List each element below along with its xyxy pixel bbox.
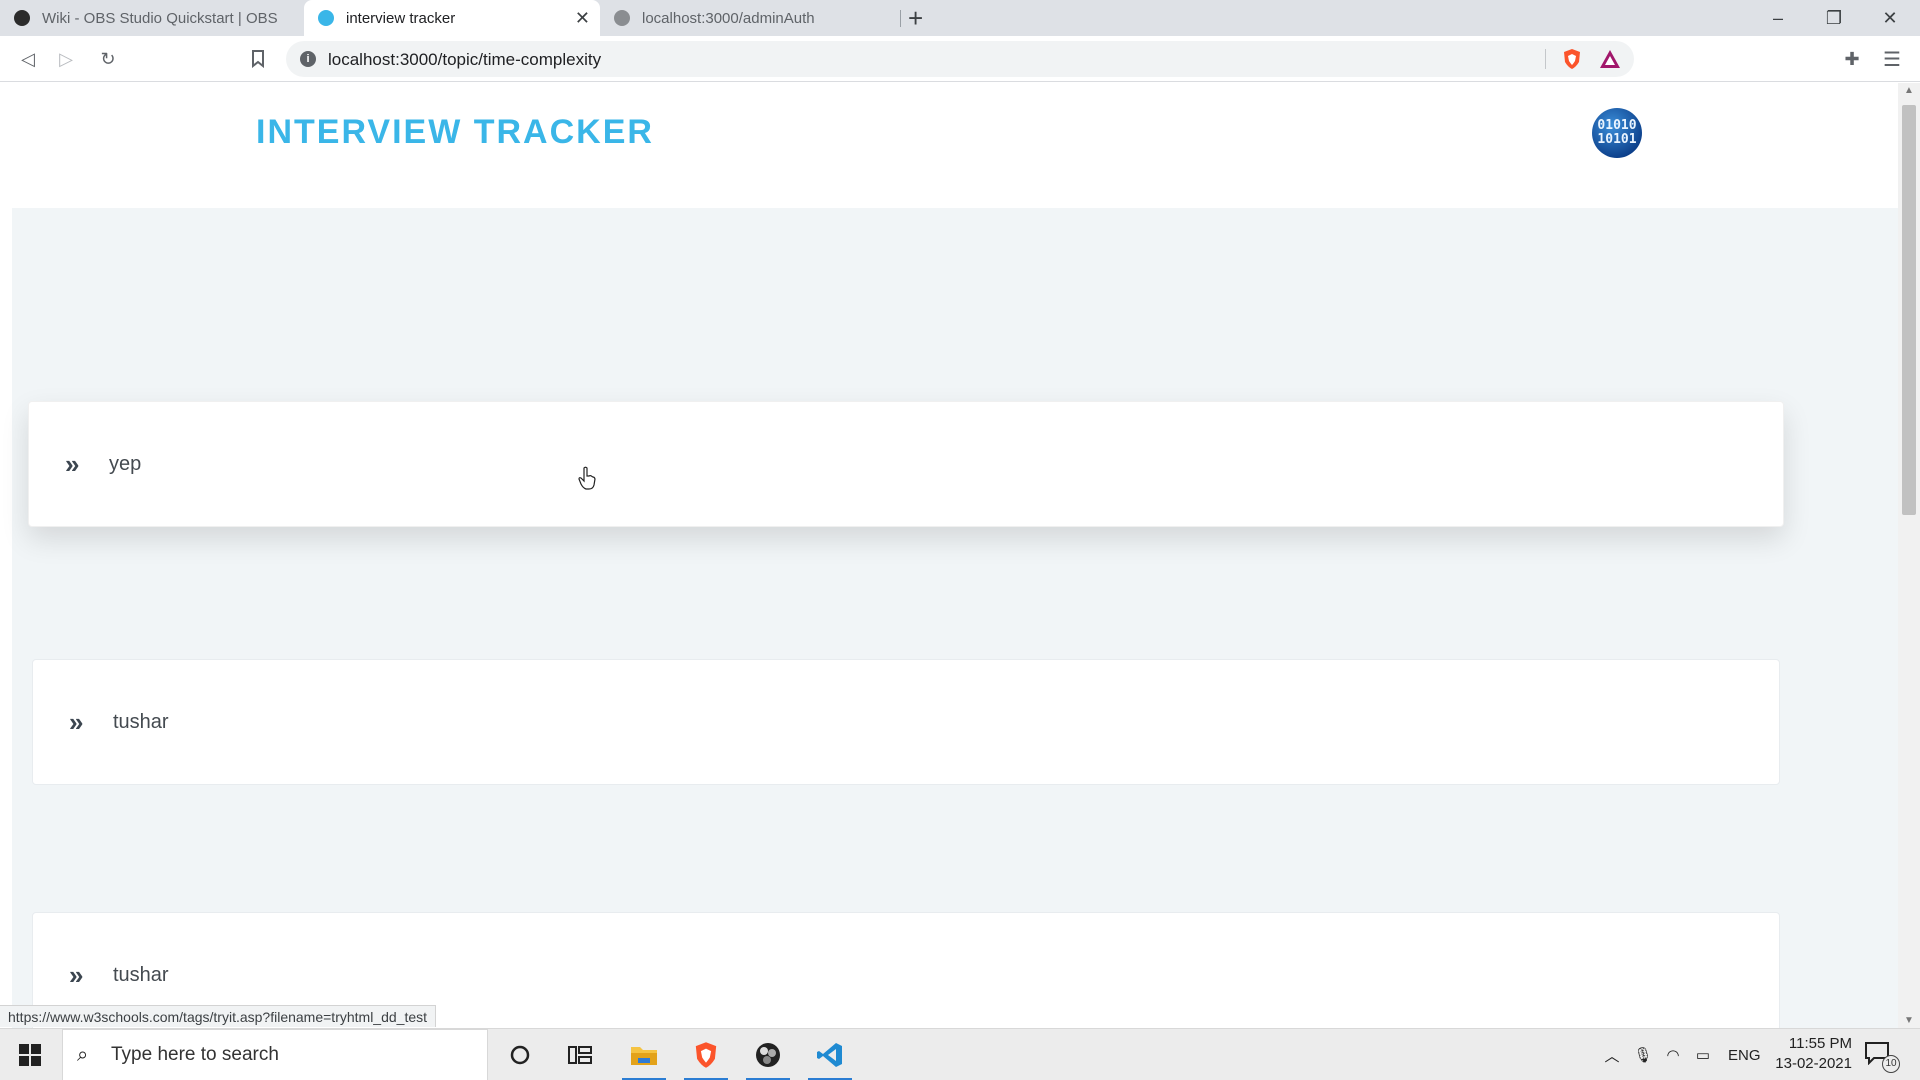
forward-button[interactable]: ▷ [52, 45, 80, 73]
reload-button[interactable]: ↻ [94, 45, 122, 73]
url-text[interactable]: localhost:3000/topic/time-complexity [328, 50, 601, 70]
maximize-button[interactable]: ❐ [1806, 0, 1862, 36]
binary-avatar-icon[interactable]: 01010 10101 [1592, 108, 1642, 158]
double-chevron-right-icon: » [69, 706, 83, 737]
scroll-down-arrow-icon[interactable]: ▼ [1898, 1015, 1920, 1026]
clock-date: 13-02-2021 [1775, 1055, 1852, 1072]
avatar-line: 01010 [1597, 118, 1637, 133]
notification-center-icon[interactable]: 10 [1864, 1041, 1900, 1073]
language-indicator[interactable]: ENG [1728, 1047, 1761, 1064]
wifi-icon[interactable]: ◠ [1660, 1046, 1686, 1064]
search-icon: ⌕ [77, 1043, 89, 1066]
taskbar-search-box[interactable]: ⌕ Type here to search [62, 1029, 488, 1080]
hand-cursor-icon [578, 466, 596, 490]
battery-icon[interactable]: ▭ [1690, 1046, 1716, 1064]
notification-count-badge: 10 [1882, 1055, 1900, 1073]
tab-title: Wiki - OBS Studio Quickstart | OBS [42, 9, 278, 27]
brave-browser-icon[interactable] [680, 1029, 732, 1080]
question-title: tushar [113, 963, 169, 986]
question-list-area: » yep » tushar » tushar [12, 208, 1898, 1028]
obs-favicon-icon [14, 10, 30, 26]
interview-tracker-favicon-icon [318, 10, 334, 26]
omnibox-divider [1545, 49, 1546, 69]
minimize-button[interactable]: – [1750, 0, 1806, 36]
address-bar[interactable]: i localhost:3000/topic/time-complexity [286, 41, 1634, 77]
brave-rewards-icon[interactable] [1598, 48, 1622, 70]
scrollbar-thumb[interactable] [1902, 105, 1916, 515]
tab-title: interview tracker [346, 9, 456, 27]
clock-time: 11:55 PM [1788, 1035, 1852, 1052]
search-placeholder: Type here to search [111, 1044, 279, 1065]
question-title: tushar [113, 710, 169, 733]
page-viewport: INTERVIEW TRACKER 01010 10101 » yep » tu… [0, 83, 1898, 1028]
tab-admin-auth[interactable]: localhost:3000/adminAuth [600, 0, 900, 36]
taskbar-clock[interactable]: 11:55 PM 13-02-2021 [1762, 1034, 1852, 1074]
windows-taskbar: ⌕ Type here to search ︿ 🎙 ◠ ▭ ENG 11:55 … [0, 1028, 1920, 1080]
file-explorer-icon[interactable] [618, 1029, 670, 1080]
extensions-icon[interactable]: ✚ [1838, 45, 1866, 73]
bookmark-icon[interactable] [244, 45, 272, 73]
microphone-icon[interactable]: 🎙 [1630, 1046, 1656, 1064]
site-info-icon[interactable]: i [300, 51, 316, 67]
page-scrollbar[interactable]: ▲ ▼ [1898, 83, 1920, 1028]
question-title: yep [109, 452, 142, 475]
windows-start-button[interactable] [8, 1029, 52, 1080]
system-tray: ︿ 🎙 ◠ ▭ ENG [1600, 1029, 1761, 1080]
link-status-bubble: https://www.w3schools.com/tags/tryit.asp… [0, 1005, 437, 1027]
close-tab-icon[interactable]: ✕ [575, 8, 590, 29]
question-card[interactable]: » yep [28, 401, 1784, 527]
menu-icon[interactable]: ☰ [1878, 45, 1906, 73]
browser-toolbar: ◁ ▷ ↻ i localhost:3000/topic/time-comple… [0, 36, 1920, 82]
tab-separator [900, 10, 901, 27]
obs-studio-icon[interactable] [742, 1029, 794, 1080]
cortana-icon[interactable] [494, 1029, 546, 1080]
new-tab-button[interactable]: + [908, 4, 923, 32]
tab-strip: Wiki - OBS Studio Quickstart | OBS inter… [0, 0, 1920, 36]
vscode-icon[interactable] [804, 1029, 856, 1080]
show-hidden-icons-chevron-icon[interactable]: ︿ [1600, 1045, 1624, 1066]
double-chevron-right-icon: » [65, 448, 79, 479]
tab-title: localhost:3000/adminAuth [642, 9, 815, 27]
double-chevron-right-icon: » [69, 959, 83, 990]
globe-icon [614, 10, 630, 26]
task-view-icon[interactable] [554, 1029, 606, 1080]
site-title[interactable]: INTERVIEW TRACKER [256, 113, 654, 152]
scroll-up-arrow-icon[interactable]: ▲ [1898, 85, 1920, 96]
avatar-line: 10101 [1597, 132, 1637, 147]
tab-obs-wiki[interactable]: Wiki - OBS Studio Quickstart | OBS [0, 0, 300, 36]
back-button[interactable]: ◁ [14, 45, 42, 73]
tab-interview-tracker[interactable]: interview tracker ✕ [304, 0, 600, 36]
close-window-button[interactable]: ✕ [1862, 0, 1918, 36]
question-card[interactable]: » tushar [32, 659, 1780, 785]
brave-shields-icon[interactable] [1562, 48, 1582, 70]
windows-logo-icon [19, 1044, 41, 1066]
site-header: INTERVIEW TRACKER 01010 10101 [0, 83, 1898, 208]
